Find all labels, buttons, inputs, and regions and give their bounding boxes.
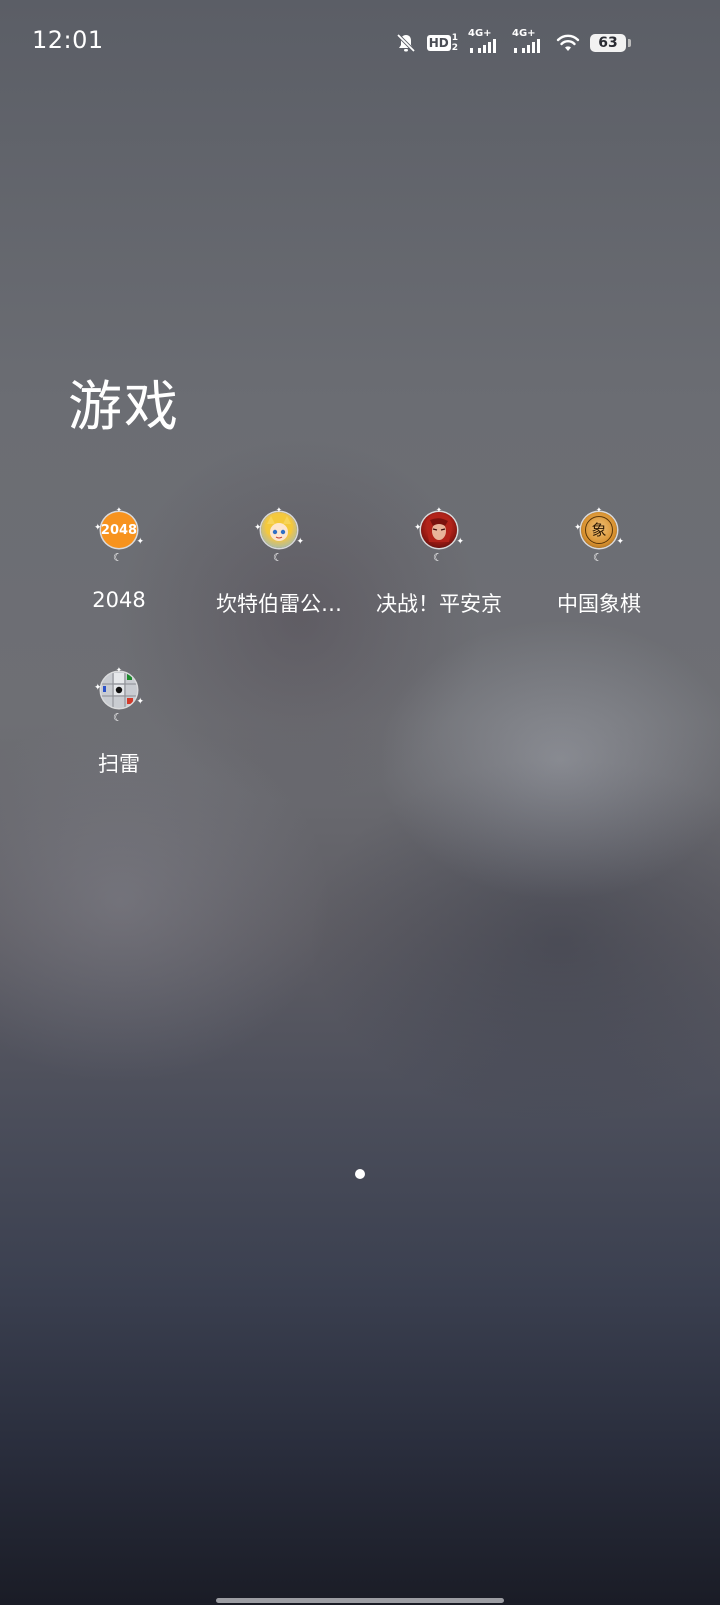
- 4g-signal-icon: 4G+: [468, 29, 502, 55]
- heian-warrior-icon: [421, 512, 457, 548]
- app-label: 坎特伯雷公…: [216, 592, 342, 616]
- sparkle-icon: ✦: [136, 697, 144, 707]
- 4g-signal-icon: 4G+: [512, 29, 546, 55]
- moon-icon: ☾: [433, 551, 443, 564]
- page-indicator-dot: [355, 1169, 365, 1179]
- chinese-chess-icon: 象: [581, 512, 617, 548]
- hd-volte-icon: HD 1 2: [426, 33, 458, 53]
- app-icon-wrap: ✦ ✦ ✦ ☾: [414, 506, 464, 572]
- hd-badge: HD: [426, 35, 451, 51]
- folder-title[interactable]: 游戏: [68, 362, 180, 441]
- app-label: 2048: [92, 588, 146, 612]
- app-kanterbury[interactable]: ✦ ✦ ✦ ☾ 坎特伯雷公…: [204, 506, 354, 642]
- 2048-icon-text: 2048: [101, 522, 137, 538]
- moon-icon: ☾: [113, 551, 123, 564]
- app-minesweeper[interactable]: ✦ ✦ ✦ ☾ 扫雷: [44, 666, 194, 802]
- mute-bell-icon: [395, 32, 417, 54]
- chess-piece-text: 象: [585, 516, 613, 544]
- app-heian[interactable]: ✦ ✦ ✦ ☾ 决战！平安京: [364, 506, 514, 642]
- sparkle-icon: ✦: [616, 537, 624, 547]
- sparkle-icon: ✦: [136, 537, 144, 547]
- app-label: 中国象棋: [557, 592, 641, 616]
- app-icon-wrap: ✦ ✦ ✦ ☾: [94, 666, 144, 732]
- app-chinese-chess[interactable]: ✦ ✦ ✦ 象 ☾ 中国象棋: [524, 506, 674, 642]
- minesweeper-icon: [101, 672, 137, 708]
- app-icon-wrap: ✦ ✦ ✦ 2048 ☾: [94, 506, 144, 572]
- sim1-label: 1: [451, 33, 458, 43]
- moon-icon: ☾: [113, 711, 123, 724]
- sparkle-icon: ✦: [456, 537, 464, 547]
- moon-icon: ☾: [593, 551, 603, 564]
- wifi-icon: [556, 33, 580, 53]
- sim2-label: 2: [451, 43, 458, 53]
- sparkle-icon: ✦: [296, 537, 304, 547]
- status-time: 12:01: [32, 26, 104, 54]
- app-label: 扫雷: [98, 752, 140, 776]
- kanterbury-anime-girl-icon: [261, 512, 297, 548]
- status-icons: HD 1 2 4G+ 4G+ 63: [395, 28, 631, 58]
- app-icon-wrap: ✦ ✦ ✦ ☾: [254, 506, 304, 572]
- status-bar: 12:01 HD 1 2 4G+ 4G+ 63: [0, 0, 720, 84]
- moon-icon: ☾: [273, 551, 283, 564]
- app-label: 决战！平安京: [376, 592, 502, 616]
- battery-icon: 63: [590, 34, 631, 52]
- app-icon-wrap: ✦ ✦ ✦ 象 ☾: [574, 506, 624, 572]
- 2048-icon: 2048: [101, 512, 137, 548]
- gesture-navigation-bar[interactable]: [216, 1598, 504, 1603]
- app-2048[interactable]: ✦ ✦ ✦ 2048 ☾ 2048: [44, 506, 194, 642]
